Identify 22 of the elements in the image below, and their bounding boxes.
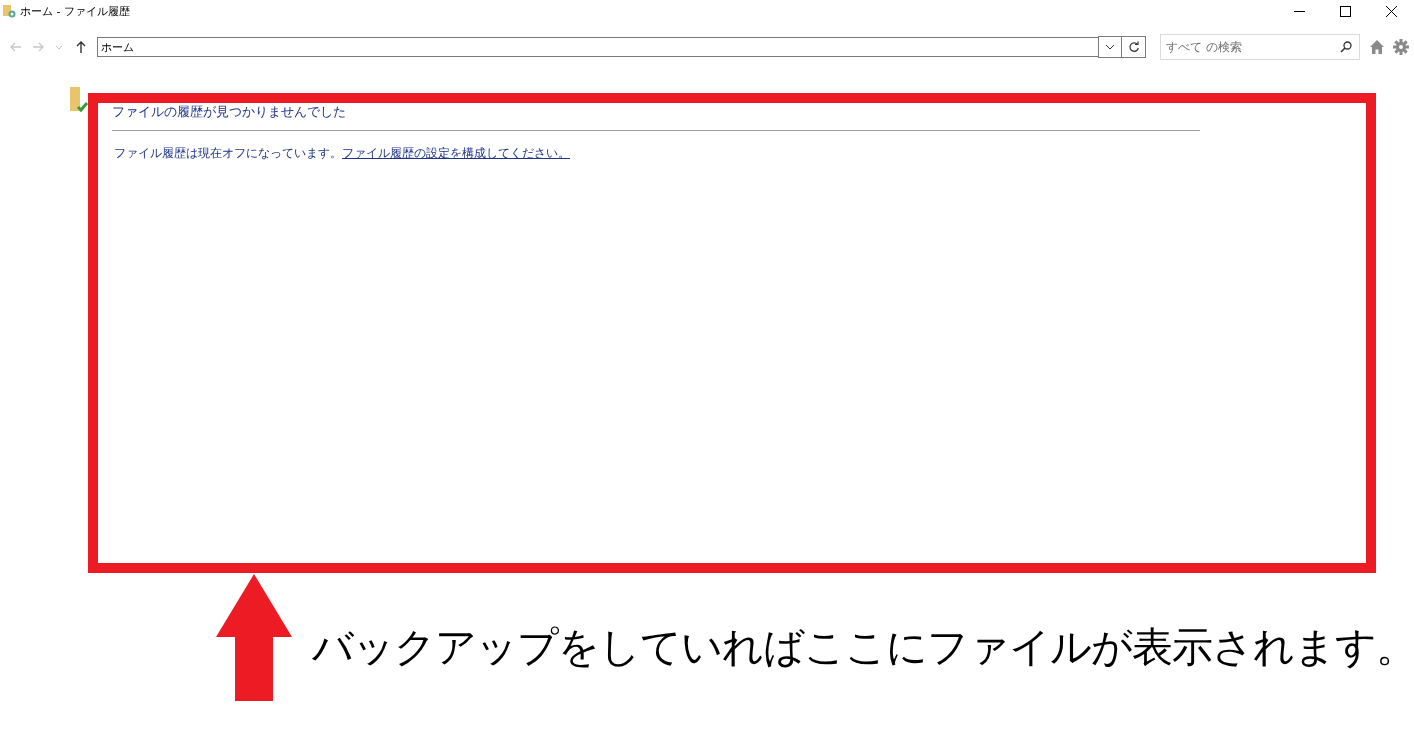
forward-arrow-icon [33, 41, 45, 53]
no-history-heading: ファイルの履歴が見つかりませんでした [112, 103, 346, 121]
window-title: ホーム - ファイル履歴 [20, 3, 130, 19]
close-icon [1385, 5, 1397, 17]
refresh-button[interactable] [1122, 36, 1146, 58]
app-folder-icon [2, 4, 16, 18]
search-icon [1340, 41, 1352, 53]
refresh-icon [1127, 41, 1140, 53]
search-field[interactable]: すべて の検索 [1160, 34, 1360, 60]
settings-button[interactable] [1393, 39, 1409, 55]
maximize-icon [1339, 5, 1351, 17]
status-message: ファイル履歴は現在オフになっています。ファイル履歴の設定を構成してください。 [114, 145, 571, 162]
back-arrow-icon [9, 41, 21, 53]
up-arrow-icon [75, 41, 87, 53]
annotation-caption: バックアップをしていればここにファイルが表示されます。 [312, 622, 1414, 673]
address-dropdown-button[interactable] [1098, 36, 1122, 58]
home-icon [1369, 39, 1385, 55]
configure-settings-link[interactable]: ファイル履歴の設定を構成してください。 [342, 146, 570, 160]
address-bar[interactable]: ホーム [97, 37, 1099, 57]
settings-icon [1393, 39, 1409, 55]
chevron-down-icon [1105, 42, 1115, 52]
home-button[interactable] [1369, 39, 1385, 55]
